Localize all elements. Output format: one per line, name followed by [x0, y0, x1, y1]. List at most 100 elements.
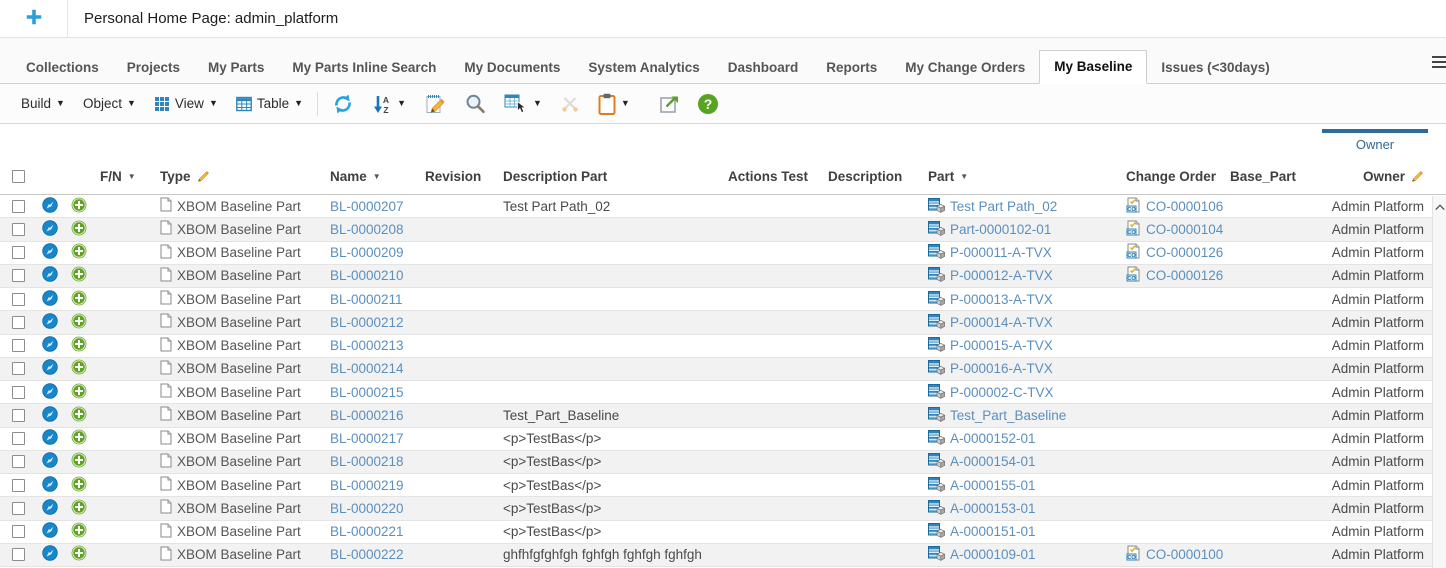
baseline-link[interactable]: BL-0000213 [330, 338, 404, 353]
refresh-button[interactable] [323, 89, 363, 119]
table-row[interactable]: XBOM Baseline Part BL-0000214 P-000016-A… [0, 358, 1446, 381]
table-row[interactable]: XBOM Baseline Part BL-0000217 <p>TestBas… [0, 428, 1446, 451]
table-row[interactable]: XBOM Baseline Part BL-0000218 <p>TestBas… [0, 451, 1446, 474]
navigate-icon[interactable] [42, 220, 58, 239]
add-icon[interactable] [71, 383, 87, 402]
part-link[interactable]: Test Part Path_02 [950, 199, 1057, 214]
table-row[interactable]: XBOM Baseline Part BL-0000212 P-000014-A… [0, 311, 1446, 334]
column-header-owner[interactable]: Owner [1320, 159, 1432, 194]
table-row[interactable]: XBOM Baseline Part BL-0000210 P-000012-A… [0, 265, 1446, 288]
column-header-revision[interactable]: Revision [419, 159, 497, 194]
row-checkbox[interactable] [12, 339, 25, 352]
navigate-icon[interactable] [42, 359, 58, 378]
navigate-icon[interactable] [42, 429, 58, 448]
column-header-fn[interactable]: F/N▼ [94, 159, 154, 194]
tab-dashboard[interactable]: Dashboard [714, 52, 813, 84]
navigate-icon[interactable] [42, 406, 58, 425]
baseline-link[interactable]: BL-0000207 [330, 199, 404, 214]
object-menu-button[interactable]: Object▼ [74, 92, 145, 115]
part-link[interactable]: P-000011-A-TVX [950, 245, 1052, 260]
tab-overflow-menu-icon[interactable] [1430, 54, 1446, 73]
baseline-link[interactable]: BL-0000208 [330, 222, 404, 237]
add-icon[interactable] [71, 545, 87, 564]
navigate-icon[interactable] [42, 383, 58, 402]
navigate-icon[interactable] [42, 313, 58, 332]
change-order-link[interactable]: CO-0000100 [1146, 547, 1223, 562]
part-link[interactable]: Test_Part_Baseline [950, 408, 1066, 423]
help-button[interactable]: ? [688, 89, 728, 119]
baseline-link[interactable]: BL-0000217 [330, 431, 404, 446]
column-header-description[interactable]: Description [822, 159, 922, 194]
row-checkbox[interactable] [12, 316, 25, 329]
table-row[interactable]: XBOM Baseline Part BL-0000215 P-000002-C… [0, 381, 1446, 404]
row-checkbox[interactable] [12, 502, 25, 515]
table-row[interactable]: XBOM Baseline Part BL-0000211 P-000013-A… [0, 288, 1446, 311]
navigate-icon[interactable] [42, 243, 58, 262]
view-menu-button[interactable]: View▼ [145, 92, 227, 116]
baseline-link[interactable]: BL-0000220 [330, 501, 404, 516]
baseline-link[interactable]: BL-0000215 [330, 385, 404, 400]
column-header-description-part[interactable]: Description Part [497, 159, 722, 194]
add-icon[interactable] [71, 266, 87, 285]
row-checkbox[interactable] [12, 525, 25, 538]
baseline-link[interactable]: BL-0000218 [330, 454, 404, 469]
navigate-icon[interactable] [42, 266, 58, 285]
column-header-name[interactable]: Name▼ [324, 159, 419, 194]
part-link[interactable]: A-0000109-01 [950, 547, 1036, 562]
change-order-link[interactable]: CO-0000126 [1146, 245, 1223, 260]
part-link[interactable]: A-0000154-01 [950, 454, 1036, 469]
column-header-part[interactable]: Part▼ [922, 159, 1120, 194]
table-menu-button[interactable]: Table▼ [227, 92, 312, 116]
add-icon[interactable] [71, 220, 87, 239]
row-checkbox[interactable] [12, 200, 25, 213]
tab-reports[interactable]: Reports [812, 52, 891, 84]
add-icon[interactable] [71, 243, 87, 262]
add-icon[interactable] [71, 429, 87, 448]
tab-collections[interactable]: Collections [12, 52, 113, 84]
table-row[interactable]: XBOM Baseline Part BL-0000207 Test Part … [0, 195, 1446, 218]
baseline-link[interactable]: BL-0000214 [330, 361, 404, 376]
navigate-icon[interactable] [42, 290, 58, 309]
baseline-link[interactable]: BL-0000219 [330, 478, 404, 493]
tab-my-parts-inline-search[interactable]: My Parts Inline Search [278, 52, 450, 84]
column-header-actions-test[interactable]: Actions Test [722, 159, 822, 194]
select-all-checkbox[interactable] [12, 170, 25, 183]
part-link[interactable]: A-0000155-01 [950, 478, 1036, 493]
select-rows-button[interactable]: ▼ [495, 89, 551, 119]
scroll-up-arrow-icon[interactable] [1434, 200, 1446, 215]
tab-my-baseline[interactable]: My Baseline [1039, 50, 1147, 84]
table-row[interactable]: XBOM Baseline Part BL-0000209 P-000011-A… [0, 242, 1446, 265]
row-checkbox[interactable] [12, 269, 25, 282]
part-link[interactable]: P-000014-A-TVX [950, 315, 1053, 330]
tab-my-documents[interactable]: My Documents [450, 52, 574, 84]
baseline-link[interactable]: BL-0000221 [330, 524, 404, 539]
add-icon[interactable] [71, 452, 87, 471]
row-checkbox[interactable] [12, 409, 25, 422]
row-checkbox[interactable] [12, 362, 25, 375]
table-row[interactable]: XBOM Baseline Part BL-0000208 Part-00001… [0, 218, 1446, 241]
edit-button[interactable] [415, 89, 455, 119]
app-logo-button[interactable] [0, 0, 68, 37]
add-icon[interactable] [71, 313, 87, 332]
tab-my-parts[interactable]: My Parts [194, 52, 278, 84]
change-order-link[interactable]: CO-0000126 [1146, 268, 1223, 283]
baseline-link[interactable]: BL-0000209 [330, 245, 404, 260]
column-header-change-order[interactable]: Change Order [1120, 159, 1224, 194]
baseline-link[interactable]: BL-0000222 [330, 547, 404, 562]
table-row[interactable]: XBOM Baseline Part BL-0000216 Test_Part_… [0, 404, 1446, 427]
baseline-link[interactable]: BL-0000210 [330, 268, 404, 283]
part-link[interactable]: A-0000152-01 [950, 431, 1036, 446]
tab-system-analytics[interactable]: System Analytics [574, 52, 713, 84]
part-link[interactable]: P-000015-A-TVX [950, 338, 1053, 353]
tab-my-change-orders[interactable]: My Change Orders [891, 52, 1039, 84]
export-button[interactable] [650, 90, 688, 118]
table-row[interactable]: XBOM Baseline Part BL-0000219 <p>TestBas… [0, 474, 1446, 497]
add-icon[interactable] [71, 290, 87, 309]
table-row[interactable]: XBOM Baseline Part BL-0000221 <p>TestBas… [0, 521, 1446, 544]
build-menu-button[interactable]: Build▼ [12, 92, 74, 115]
navigate-icon[interactable] [42, 545, 58, 564]
sort-button[interactable]: AZ ▼ [363, 90, 415, 118]
part-link[interactable]: P-000013-A-TVX [950, 292, 1053, 307]
add-icon[interactable] [71, 522, 87, 541]
baseline-link[interactable]: BL-0000216 [330, 408, 404, 423]
